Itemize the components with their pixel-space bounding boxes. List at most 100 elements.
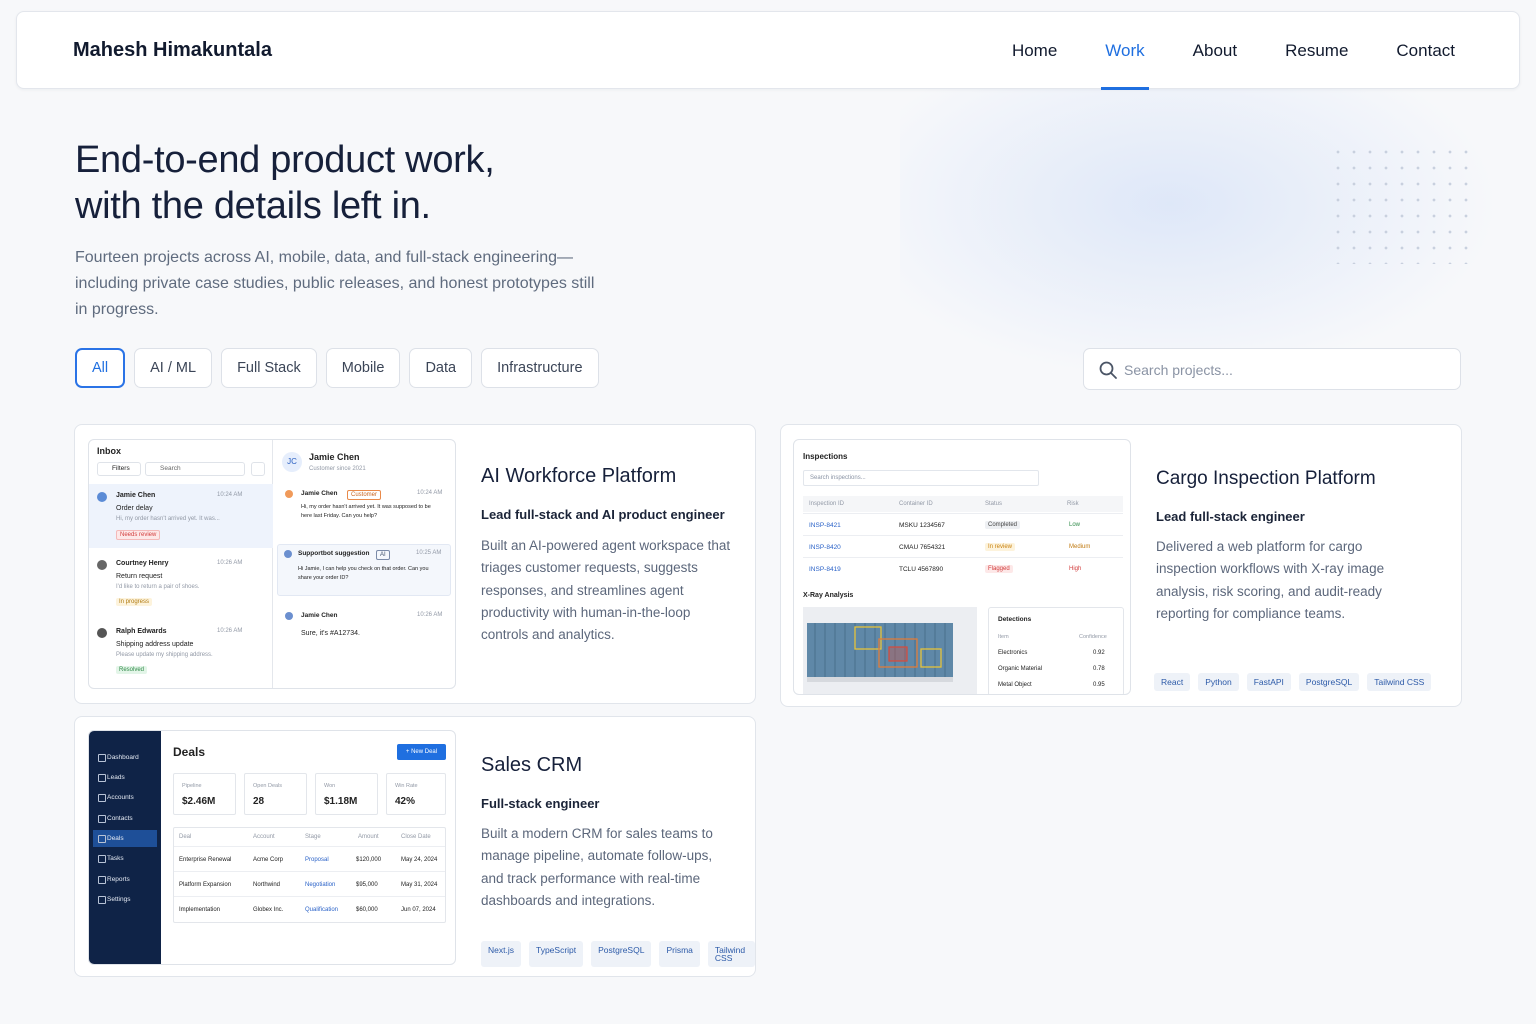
inspection-search[interactable]: Search inspections...: [803, 470, 1039, 486]
search-icon: [1099, 361, 1117, 379]
sidebar-item-accounts[interactable]: Accounts: [93, 789, 157, 806]
inspection-id[interactable]: INSP-8420: [809, 544, 841, 551]
project-title[interactable]: Cargo Inspection Platform: [1156, 468, 1376, 490]
project-card-sales-crm[interactable]: Dashboard Leads Accounts Contacts Deals …: [74, 716, 756, 977]
nav-contact[interactable]: Contact: [1372, 12, 1479, 90]
status-badge: Completed: [985, 521, 1021, 529]
risk-level: High: [1069, 566, 1082, 572]
message-author: Jamie Chen: [301, 490, 338, 497]
deal-account: Globex Inc.: [253, 907, 284, 913]
sidebar-item-reports[interactable]: Reports: [93, 871, 157, 888]
deals-table: Deal Account Stage Amount Close Date Ent…: [173, 827, 446, 923]
search-box: [1083, 348, 1461, 390]
project-thumbnail: Inbox Filters Search Jamie Chen 10:24 AM…: [88, 439, 456, 689]
filter-mobile[interactable]: Mobile: [325, 348, 401, 388]
item-time: 10:26 AM: [217, 560, 243, 566]
crm-sidebar: Dashboard Leads Accounts Contacts Deals …: [89, 731, 161, 964]
site-brand[interactable]: Mahesh Himakuntala: [73, 39, 272, 62]
tech-tags: React Python FastAPI PostgreSQL Tailwind…: [1154, 673, 1432, 691]
deal-close-date: May 24, 2024: [401, 857, 438, 863]
tech-tag: FastAPI: [1246, 673, 1291, 691]
stat-value: 28: [253, 796, 265, 807]
inspection-id[interactable]: INSP-8421: [809, 522, 841, 529]
col-header: Status: [985, 501, 1003, 507]
status-badge: In review: [985, 543, 1016, 551]
col-header: Risk: [1067, 501, 1079, 507]
item-time: 10:26 AM: [217, 628, 243, 634]
sidebar-item-deals[interactable]: Deals: [93, 830, 157, 847]
xray-heading: X-Ray Analysis: [803, 592, 854, 599]
item-subject: Return request: [116, 573, 163, 580]
new-deal-button[interactable]: + New Deal: [397, 744, 446, 760]
item-preview: I'd like to return a pair of shoes.: [116, 584, 200, 590]
filter-ai-ml[interactable]: AI / ML: [134, 348, 213, 388]
table-row[interactable]: INSP-8420 CMAU 7654321 In review Medium: [803, 535, 1123, 557]
detections-heading: Detections: [998, 616, 1032, 623]
status-badge: Resolved: [116, 666, 148, 674]
refresh-icon[interactable]: [251, 462, 265, 476]
project-title[interactable]: Sales CRM: [481, 754, 582, 777]
project-role: Lead full-stack and AI product engineer: [481, 507, 725, 522]
deal-stage: Negotiation: [305, 882, 336, 888]
sidebar-item-leads[interactable]: Leads: [93, 769, 157, 786]
filter-full-stack[interactable]: Full Stack: [221, 348, 317, 388]
nav-about[interactable]: About: [1169, 12, 1261, 90]
tech-tag: PostgreSQL: [1298, 673, 1360, 691]
nav-links: Home Work About Resume Contact: [988, 12, 1479, 90]
col-header: Stage: [305, 834, 321, 840]
table-row[interactable]: Platform Expansion Northwind Negotiation…: [174, 871, 445, 896]
list-item-selected[interactable]: Jamie Chen 10:24 AM Order delay Hi, my o…: [89, 484, 273, 548]
filters-label: Filters: [112, 465, 130, 472]
table-row[interactable]: Implementation Globex Inc. Qualification…: [174, 896, 445, 921]
status-badge: Needs review: [116, 530, 161, 540]
col-header: Confidence: [1079, 634, 1107, 640]
nav-home[interactable]: Home: [988, 12, 1081, 90]
sidebar-item-settings[interactable]: Settings: [93, 891, 157, 908]
stat-card: Open Deals 28: [244, 773, 307, 815]
project-title[interactable]: AI Workforce Platform: [481, 465, 676, 488]
message-text: Hi, my order hasn't arrived yet. It was …: [301, 504, 431, 519]
filter-data[interactable]: Data: [409, 348, 473, 388]
table-row[interactable]: INSP-8419 TCLU 4567890 Flagged High: [803, 557, 1123, 579]
detail-name: Jamie Chen: [309, 452, 360, 462]
xray-image[interactable]: [803, 607, 977, 694]
title-line-2: with the details left in.: [75, 185, 431, 227]
stat-value: $2.46M: [182, 796, 216, 807]
tech-tag: TypeScript: [528, 941, 584, 967]
filters-button[interactable]: Filters: [97, 462, 141, 476]
list-item[interactable]: Ralph Edwards 10:26 AM Shipping address …: [89, 620, 273, 684]
project-card-ai-workforce[interactable]: Inbox Filters Search Jamie Chen 10:24 AM…: [74, 424, 756, 704]
deal-account: Acme Corp: [253, 857, 284, 863]
container-xray-icon: [807, 623, 953, 682]
inbox-search[interactable]: Search: [145, 462, 245, 476]
deal-close-date: May 31, 2024: [401, 882, 438, 888]
nav-work[interactable]: Work: [1081, 12, 1168, 90]
sidebar-item-contacts[interactable]: Contacts: [93, 810, 157, 827]
sidebar-item-tasks[interactable]: Tasks: [93, 850, 157, 867]
deal-account: Northwind: [253, 882, 281, 888]
deal-amount: $120,000: [356, 857, 382, 863]
deal-amount: $95,000: [356, 882, 378, 888]
search-input[interactable]: [1124, 357, 1444, 383]
col-header: Amount: [358, 834, 379, 840]
inbox-pane: Inbox Filters Search Jamie Chen 10:24 AM…: [89, 440, 273, 688]
sidebar-item-dashboard[interactable]: Dashboard: [93, 749, 157, 766]
inspection-id[interactable]: INSP-8419: [809, 566, 841, 573]
message-author: Jamie Chen: [301, 612, 338, 619]
stat-card: Pipeline $2.46M: [173, 773, 236, 815]
detection-item: Metal Object: [998, 682, 1032, 688]
avatar: [285, 612, 293, 620]
nav-resume[interactable]: Resume: [1261, 12, 1372, 90]
deal-name: Enterprise Renewal: [179, 857, 232, 863]
project-card-cargo-inspection[interactable]: Inspections Search inspections... Inspec…: [780, 424, 1462, 707]
table-row[interactable]: INSP-8421 MSKU 1234567 Completed Low: [803, 513, 1123, 535]
detail-subtitle: Customer since 2021: [309, 466, 366, 472]
table-row[interactable]: Enterprise Renewal Acme Corp Proposal $1…: [174, 846, 445, 871]
list-item[interactable]: Courtney Henry 10:26 AM Return request I…: [89, 552, 273, 616]
filter-all[interactable]: All: [75, 348, 126, 388]
avatar: [285, 490, 293, 498]
inbox-heading: Inbox: [97, 446, 121, 456]
filter-infrastructure[interactable]: Infrastructure: [481, 348, 599, 388]
stat-label: Open Deals: [253, 783, 283, 789]
ai-suggestion[interactable]: Supportbot suggestion AI 10:25 AM Hi Jam…: [277, 544, 451, 596]
